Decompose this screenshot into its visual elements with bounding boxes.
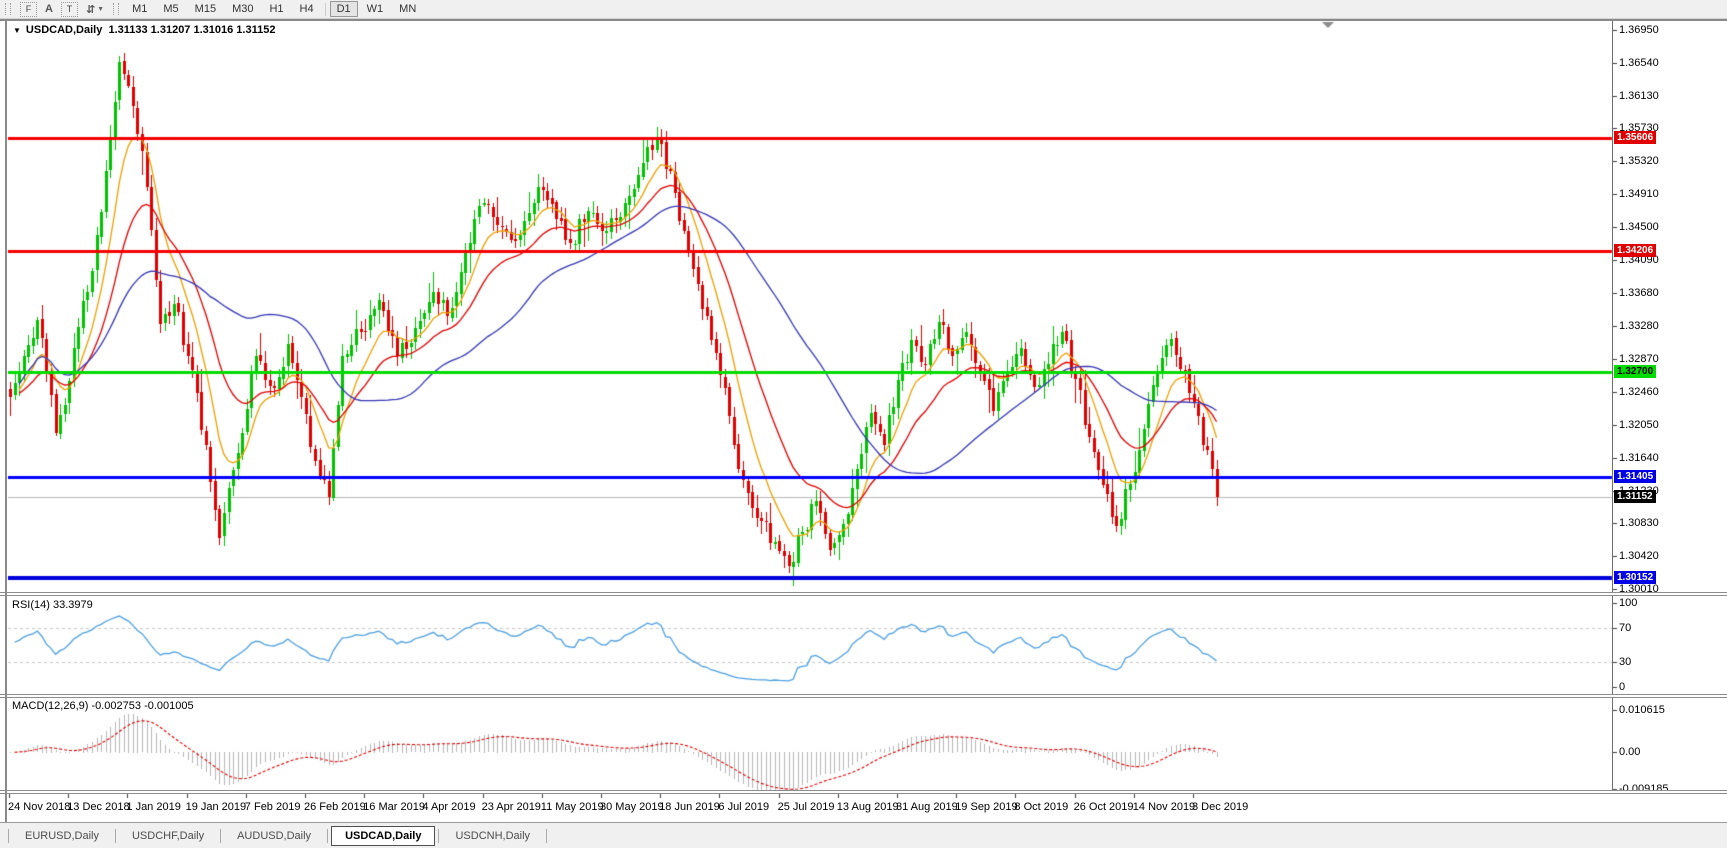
macd-tick-label: 0.00 [1619, 746, 1641, 759]
date-tick-label: 3 Dec 2019 [1192, 801, 1249, 813]
date-tick-label: 25 Jul 2019 [777, 801, 835, 813]
timeframe-button-mn[interactable]: MN [392, 1, 423, 17]
price-tick-label: 1.33680 [1619, 287, 1659, 300]
price-tick-label: 1.32460 [1619, 385, 1659, 398]
date-tick-label: 16 Mar 2019 [363, 801, 425, 813]
macd-tick-label: 0.010615 [1619, 704, 1665, 716]
date-tick-label: 18 Jun 2019 [659, 801, 720, 813]
price-tick-label: 1.36130 [1619, 89, 1659, 102]
timeframe-button-group: M1 M5 M15 M30 H1 H4 D1 W1 MN [124, 1, 424, 17]
date-tick-label: 19 Jan 2019 [185, 801, 247, 813]
date-tick-label: 4 Apr 2019 [422, 801, 476, 813]
fibonacci-tool-button[interactable]: F [16, 1, 41, 17]
price-axis-separator [1612, 21, 1613, 793]
price-tick-label: 1.34500 [1619, 221, 1659, 234]
date-tick-label: 11 May 2019 [540, 801, 604, 813]
tab-separator [114, 829, 116, 843]
date-tick-label: 8 Oct 2019 [1014, 801, 1069, 813]
level-price-tag: 1.32700 [1614, 365, 1657, 379]
tab-separator [220, 829, 222, 843]
rsi-tick-label: 0 [1619, 681, 1626, 693]
symbol-dropdown-icon[interactable]: ▼ [13, 26, 21, 35]
date-tick-label: 14 Nov 2019 [1132, 801, 1196, 813]
arrows-icon: ⇵ [85, 3, 96, 16]
level-price-tag: 1.34206 [1614, 243, 1657, 257]
price-tick-label: 1.35320 [1619, 155, 1659, 168]
chart-title: ▼ USDCAD,Daily 1.31133 1.31207 1.31016 1.… [13, 24, 275, 36]
timeframe-button-d1[interactable]: D1 [329, 1, 358, 17]
top-toolbar: F A T ⇵ ▼ M1 M5 M15 M30 H1 H4 D1 W1 MN [0, 0, 1727, 19]
tab-separator [8, 829, 9, 843]
price-tick-label: 1.31640 [1619, 451, 1659, 464]
chart-canvas[interactable] [0, 0, 1727, 848]
price-tick-label: 1.30830 [1619, 517, 1659, 530]
date-tick-label: 26 Feb 2019 [304, 801, 366, 813]
price-tick-label: 1.33280 [1619, 319, 1659, 332]
ohlc-values: 1.31133 1.31207 1.31016 1.31152 [108, 24, 276, 36]
main-rsi-splitter[interactable] [0, 592, 1727, 596]
date-tick-label: 13 Aug 2019 [836, 801, 899, 813]
timeframe-button-m1[interactable]: M1 [125, 1, 154, 17]
text-a-icon: A [45, 3, 53, 15]
date-tick-label: 26 Oct 2019 [1073, 801, 1134, 813]
date-tick-label: 7 Feb 2019 [244, 801, 301, 813]
date-tick-label: 24 Nov 2018 [8, 801, 71, 813]
timeframe-button-h1[interactable]: H1 [262, 1, 290, 17]
timeframe-button-w1[interactable]: W1 [360, 1, 391, 17]
mt4-window: F A T ⇵ ▼ M1 M5 M15 M30 H1 H4 D1 W1 MN ▼ USDCAD,D… [0, 0, 1727, 848]
price-tick-label: 1.30420 [1619, 550, 1659, 563]
price-tick-label: 1.32050 [1619, 418, 1659, 431]
level-price-tag: 1.30152 [1614, 570, 1657, 584]
rsi-macd-splitter[interactable] [0, 694, 1727, 698]
chart-window-top-border [0, 19, 1727, 21]
level-price-tag: 1.35606 [1614, 131, 1657, 145]
tab-separator [327, 829, 329, 843]
fibonacci-icon: F [20, 1, 37, 17]
chart-tab-eurusd[interactable]: EURUSD,Daily [12, 827, 112, 845]
price-tick-label: 1.32870 [1619, 352, 1659, 365]
chart-tab-bar: EURUSD,Daily USDCHF,Daily AUDUSD,Daily USDC… [0, 822, 1727, 848]
chevron-down-icon[interactable]: ▼ [97, 6, 104, 13]
date-tick-label: 13 Dec 2018 [67, 801, 130, 813]
toolbar-grip[interactable] [5, 3, 11, 15]
date-tick-label: 19 Sep 2019 [955, 801, 1018, 813]
date-tick-label: 30 May 2019 [600, 801, 664, 813]
date-tick-label: 1 Jan 2019 [126, 801, 181, 813]
tab-separator [546, 829, 548, 843]
chart-tab-usdchf[interactable]: USDCHF,Daily [119, 827, 217, 845]
date-tick-label: 23 Apr 2019 [481, 801, 541, 813]
date-tick-label: 31 Aug 2019 [896, 801, 958, 813]
macd-dates-splitter[interactable] [0, 790, 1727, 794]
rsi-tick-label: 100 [1619, 597, 1638, 609]
timeframe-button-m30[interactable]: M30 [225, 1, 260, 17]
timeframe-group-separator [324, 2, 326, 16]
timeframe-button-h4[interactable]: H4 [293, 1, 321, 17]
chart-window-left-border [5, 19, 7, 822]
text-label-icon: T [60, 1, 78, 17]
date-tick-label: 6 Jul 2019 [718, 801, 770, 813]
price-tick-label: 1.36540 [1619, 56, 1659, 69]
text-label-tool-button[interactable]: T [57, 1, 82, 17]
timeframe-button-m15[interactable]: M15 [188, 1, 223, 17]
text-tool-button[interactable]: A [41, 1, 57, 17]
tab-separator [438, 829, 440, 843]
price-tick-label: 1.34910 [1619, 188, 1659, 201]
symbol-name: USDCAD,Daily [25, 24, 103, 36]
macd-indicator-label: MACD(12,26,9) -0.002753 -0.001005 [12, 700, 194, 712]
price-tick-label: 1.36950 [1619, 23, 1659, 36]
chart-tab-usdcnh[interactable]: USDCNH,Daily [442, 827, 543, 845]
current-price-tag: 1.31152 [1614, 490, 1656, 504]
chart-tab-usdcad[interactable]: USDCAD,Daily [331, 826, 436, 846]
rsi-indicator-label: RSI(14) 33.3979 [12, 599, 93, 611]
arrows-tool-button[interactable]: ⇵ ▼ [82, 1, 108, 17]
toolbar-grip-2[interactable] [113, 3, 120, 15]
chart-tab-audusd[interactable]: AUDUSD,Daily [224, 827, 324, 845]
level-price-tag: 1.31405 [1614, 469, 1657, 483]
rsi-tick-label: 30 [1619, 655, 1632, 668]
rsi-tick-label: 70 [1619, 622, 1632, 635]
timeframe-button-m5[interactable]: M5 [156, 1, 185, 17]
